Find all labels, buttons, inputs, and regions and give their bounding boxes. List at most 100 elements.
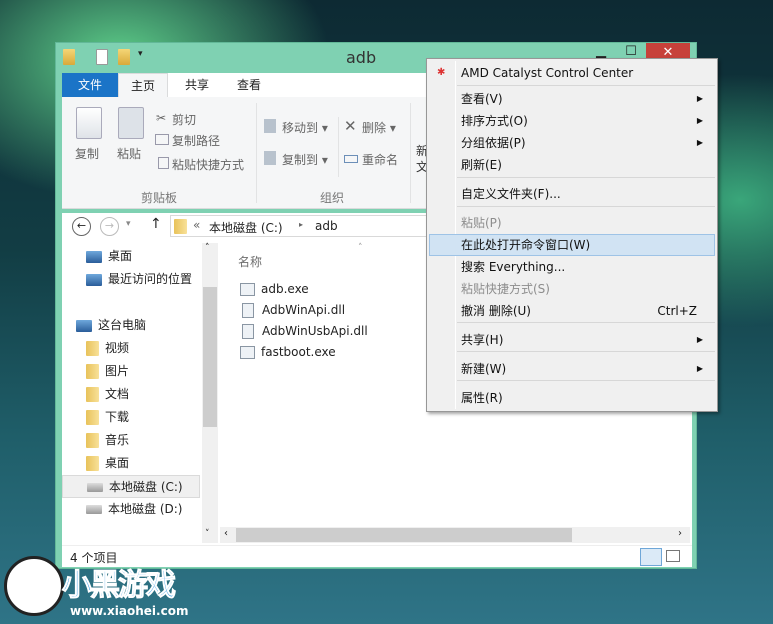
context-menu-item[interactable]: 在此处打开命令窗口(W) — [429, 234, 715, 256]
menu-separator — [457, 177, 715, 178]
context-menu-item[interactable]: 排序方式(O) ▶ — [429, 110, 715, 132]
nav-scrollbar[interactable]: ˄ ˅ — [202, 243, 218, 543]
sidebar-item[interactable]: 本地磁盘 (D:) — [62, 498, 200, 521]
scroll-up-icon[interactable]: ˄ — [205, 243, 210, 253]
sidebar-item-label: 音乐 — [105, 433, 130, 447]
large-icons-view-icon[interactable] — [666, 550, 680, 562]
scroll-down-icon[interactable]: ˅ — [205, 529, 210, 539]
new-folder-icon[interactable] — [118, 49, 130, 65]
organize-group-label: 组织 — [320, 191, 345, 205]
submenu-arrow-icon: ▶ — [696, 335, 703, 344]
context-menu-item[interactable]: 自定义文件夹(F)... — [429, 183, 715, 205]
forward-button[interactable]: → — [100, 217, 119, 236]
customize-toolbar-icon[interactable]: ▾ — [138, 49, 143, 59]
menu-item-label: 粘贴快捷方式(S) — [461, 282, 550, 296]
sidebar-item[interactable]: 音乐 — [62, 429, 200, 452]
context-menu-item[interactable]: 粘贴快捷方式(S) — [429, 278, 715, 300]
drive-icon — [86, 505, 102, 514]
context-menu-item[interactable]: 撤消 删除(U) Ctrl+Z — [429, 300, 715, 322]
sidebar-item[interactable]: 桌面 — [62, 452, 200, 475]
folder-icon — [86, 387, 99, 402]
rename-button[interactable]: 重命名 — [362, 151, 398, 168]
copy-button[interactable]: 复制 — [75, 145, 99, 162]
amd-icon: ✱ — [437, 67, 446, 78]
back-button[interactable]: ← — [72, 217, 91, 236]
sidebar-item[interactable]: 图片 — [62, 360, 200, 383]
sidebar-item[interactable]: 这台电脑 — [62, 314, 200, 337]
sidebar-item-label: 图片 — [105, 364, 130, 378]
breadcrumb-separator[interactable]: ▸ — [299, 220, 303, 229]
scroll-thumb[interactable] — [203, 287, 217, 427]
context-menu-item[interactable]: 查看(V) ▶ — [429, 88, 715, 110]
submenu-arrow-icon: ▶ — [696, 116, 703, 125]
sidebar-item[interactable]: 视频 — [62, 337, 200, 360]
scroll-thumb[interactable] — [236, 528, 572, 542]
submenu-arrow-icon: ▶ — [696, 138, 703, 147]
move-to-button[interactable]: 移动到 ▾ — [282, 119, 328, 136]
context-menu-item[interactable]: 分组依据(P) ▶ — [429, 132, 715, 154]
menu-item-label: 排序方式(O) — [461, 114, 528, 128]
rename-icon — [344, 155, 358, 163]
delete-button[interactable]: 删除 ▾ — [362, 119, 396, 136]
up-button[interactable]: ↑ — [150, 216, 162, 232]
file-item[interactable]: fastboot.exe — [240, 342, 368, 363]
sidebar-item[interactable]: 下载 — [62, 406, 200, 429]
paste-shortcut-button[interactable]: 粘贴快捷方式 — [172, 156, 244, 173]
recent-locations-dropdown[interactable]: ▾ — [126, 219, 131, 229]
menu-item-label: 刷新(E) — [461, 158, 502, 172]
paste-button[interactable]: 粘贴 — [117, 145, 141, 162]
scissors-icon: ✂ — [156, 111, 167, 125]
cut-button[interactable]: 剪切 — [172, 111, 196, 128]
horizontal-scrollbar[interactable]: ‹ › — [220, 527, 690, 543]
executable-icon — [240, 346, 255, 359]
drive-icon — [87, 483, 103, 492]
file-item[interactable]: AdbWinUsbApi.dll — [240, 321, 368, 342]
file-item[interactable]: AdbWinApi.dll — [240, 300, 368, 321]
context-menu-item[interactable]: 属性(R) — [429, 387, 715, 409]
tab-home[interactable]: 主页 — [118, 73, 168, 97]
context-menu-item[interactable]: 新建(W) ▶ — [429, 358, 715, 380]
tab-view[interactable]: 查看 — [224, 73, 274, 97]
context-menu-item[interactable]: 刷新(E) — [429, 154, 715, 176]
sidebar-item[interactable]: 最近访问的位置 — [62, 268, 200, 291]
context-menu-item[interactable]: 搜索 Everything... — [429, 256, 715, 278]
details-view-icon[interactable] — [640, 548, 662, 566]
column-header-name[interactable]: 名称 — [238, 253, 262, 270]
menu-item-label: 自定义文件夹(F)... — [461, 187, 561, 201]
sidebar-item-label: 本地磁盘 (D:) — [108, 502, 183, 516]
scroll-left-icon[interactable]: ‹ — [224, 528, 228, 539]
paste-icon — [118, 107, 144, 139]
sidebar-item[interactable]: 本地磁盘 (C:) — [62, 475, 200, 498]
menu-item-label: 属性(R) — [461, 391, 503, 405]
sidebar-item-label: 文档 — [105, 387, 130, 401]
copy-path-button[interactable]: 复制路径 — [172, 132, 220, 149]
address-bar[interactable]: « 本地磁盘 (C:) ▸ adb — [170, 215, 430, 237]
sidebar-item-label: 这台电脑 — [98, 318, 147, 332]
folder-icon — [86, 456, 99, 471]
context-menu-item[interactable]: 粘贴(P) — [429, 212, 715, 234]
sidebar-item-label: 桌面 — [105, 456, 130, 470]
tab-share[interactable]: 共享 — [172, 73, 222, 97]
move-to-icon — [264, 119, 276, 133]
breadcrumb-adb[interactable]: adb — [315, 219, 338, 233]
folder-icon — [63, 49, 75, 65]
menu-item-label: 分组依据(P) — [461, 136, 526, 150]
tab-file[interactable]: 文件 — [62, 73, 118, 97]
folder-icon — [174, 219, 187, 234]
breadcrumb-drive-c[interactable]: 本地磁盘 (C:) — [209, 219, 283, 236]
properties-icon[interactable] — [96, 49, 108, 65]
menu-separator — [457, 322, 715, 323]
context-menu-item[interactable]: AMD Catalyst Control Center ✱ — [429, 62, 715, 84]
computer-icon — [76, 319, 92, 332]
divider — [338, 117, 339, 177]
copy-to-button[interactable]: 复制到 ▾ — [282, 151, 328, 168]
sidebar-item[interactable]: 文档 — [62, 383, 200, 406]
menu-separator — [457, 351, 715, 352]
context-menu-item[interactable]: 共享(H) ▶ — [429, 329, 715, 351]
file-name: adb.exe — [261, 282, 309, 296]
sidebar-item[interactable]: 桌面 — [62, 245, 200, 268]
divider — [256, 103, 257, 203]
breadcrumb-overflow[interactable]: « — [193, 218, 200, 232]
scroll-right-icon[interactable]: › — [678, 528, 682, 539]
file-item[interactable]: adb.exe — [240, 279, 368, 300]
